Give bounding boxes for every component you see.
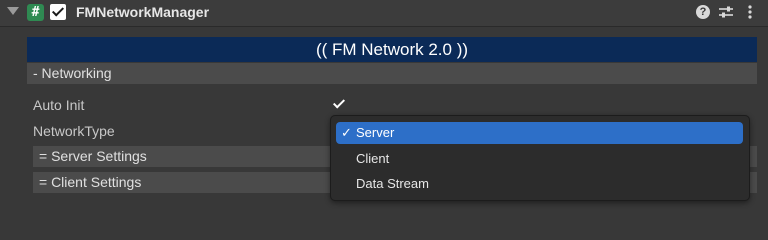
component-enabled-checkbox[interactable]: [50, 4, 66, 20]
component-header: # FMNetworkManager ?: [0, 0, 768, 27]
check-icon: ✓: [341, 125, 352, 140]
option-label: Data Stream: [356, 176, 429, 191]
foldout-arrow-icon[interactable]: [7, 7, 19, 15]
help-icon[interactable]: ?: [696, 5, 710, 19]
option-client[interactable]: Client: [336, 148, 743, 170]
preset-icon[interactable]: [718, 5, 734, 19]
auto-init-checkbox[interactable]: [332, 97, 346, 111]
component-title: FMNetworkManager: [76, 4, 210, 20]
option-label: Client: [356, 151, 390, 166]
fm-network-banner: (( FM Network 2.0 )): [27, 37, 757, 62]
network-type-dropdown-menu: ✓ Server Client Data Stream: [330, 115, 750, 201]
networking-header[interactable]: - Networking: [27, 63, 757, 84]
network-type-label: NetworkType: [33, 123, 115, 139]
auto-init-label: Auto Init: [33, 97, 85, 113]
menu-icon[interactable]: [744, 4, 756, 20]
option-label: Server: [356, 125, 395, 140]
script-icon: #: [27, 4, 44, 21]
option-data-stream[interactable]: Data Stream: [336, 173, 743, 195]
option-server[interactable]: ✓ Server: [336, 122, 743, 144]
